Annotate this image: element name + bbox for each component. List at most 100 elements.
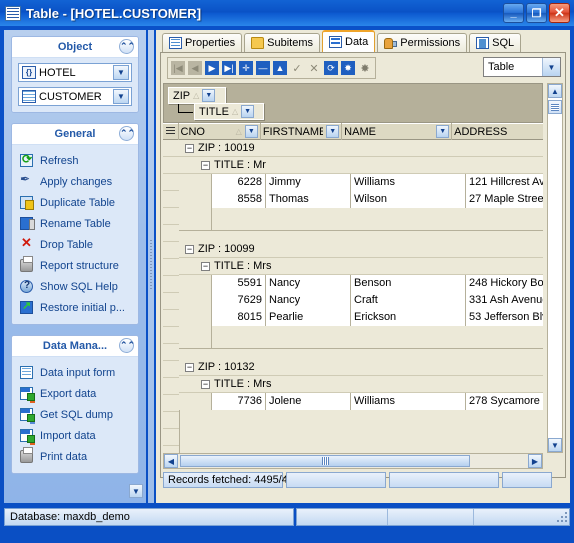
table-row[interactable]: 8015 Pearlie Erickson 53 Jefferson Blvc — [179, 308, 543, 326]
first-record-button[interactable]: |◀ — [170, 60, 186, 76]
column-header-name[interactable]: NAME ▼ — [342, 123, 453, 140]
sidebar-scroll-down-button[interactable]: ▼ — [129, 484, 143, 498]
schema-combo[interactable]: {} HOTEL ▼ — [18, 63, 132, 82]
chevron-down-icon[interactable]: ▼ — [542, 58, 560, 76]
sidebar-item-get-sql-dump[interactable]: Get SQL dump — [18, 404, 132, 425]
group-row-title[interactable]: − TITLE : Mrs — [179, 376, 543, 393]
cell-cno[interactable]: 7629 — [212, 291, 266, 309]
chevron-down-icon[interactable]: ▼ — [113, 65, 129, 80]
group-chip-title[interactable]: TITLE △ ▼ — [194, 103, 264, 120]
sidebar-item-print-data[interactable]: Print data — [18, 446, 132, 467]
cell-cno[interactable]: 8015 — [212, 308, 266, 326]
view-mode-combo[interactable]: Table ▼ — [483, 57, 561, 77]
column-header-firstname[interactable]: FIRSTNAME ▼ — [261, 123, 343, 140]
filter-button[interactable]: ✸ — [340, 60, 356, 76]
cell-firstname[interactable]: Nancy — [266, 291, 351, 309]
last-record-button[interactable]: ▶| — [221, 60, 237, 76]
collapse-expander-icon[interactable]: − — [201, 379, 210, 389]
group-row-title[interactable]: − TITLE : Mr — [179, 157, 543, 174]
scroll-left-button[interactable]: ◀ — [164, 454, 178, 468]
sidebar-item-data-input-form[interactable]: Data input form — [18, 362, 132, 383]
clear-filter-button[interactable]: ✸ — [357, 60, 373, 76]
row-indicator-header[interactable] — [163, 123, 179, 140]
group-row-zip[interactable]: − ZIP : 10099 — [179, 241, 543, 258]
filter-dropdown-icon[interactable]: ▼ — [436, 125, 450, 138]
collapse-expander-icon[interactable]: − — [185, 244, 194, 254]
chevron-up-icon[interactable]: ⌃⌃ — [119, 338, 135, 353]
minimize-button[interactable]: _ — [503, 3, 524, 23]
sidebar-item-restore-initial[interactable]: Restore initial p... — [18, 297, 132, 318]
scroll-down-button[interactable]: ▼ — [548, 438, 562, 452]
scroll-right-button[interactable]: ▶ — [528, 454, 542, 468]
cell-cno[interactable]: 7736 — [212, 392, 266, 410]
delete-record-button[interactable]: ― — [255, 60, 271, 76]
cell-firstname[interactable]: Thomas — [266, 190, 351, 208]
refresh-data-button[interactable]: ⟳ — [323, 60, 339, 76]
table-row[interactable]: 5591 Nancy Benson 248 Hickory Boul — [179, 274, 543, 292]
tab-sql[interactable]: SQL — [469, 33, 522, 52]
group-row-title[interactable]: − TITLE : Mrs — [179, 258, 543, 275]
cell-name[interactable]: Benson — [351, 274, 466, 292]
group-chip-zip[interactable]: ZIP △ ▼ — [168, 87, 226, 104]
column-header-cno[interactable]: CNO △ ▼ — [179, 123, 261, 140]
scroll-up-button[interactable]: ▲ — [548, 84, 562, 98]
prev-record-button[interactable]: ◀ — [187, 60, 203, 76]
horizontal-scroll-thumb[interactable] — [180, 455, 470, 467]
collapse-expander-icon[interactable]: − — [201, 261, 210, 271]
data-grid-body[interactable]: − ZIP : 10019 − TITLE : Mr 6228 Jimmy Wi… — [163, 140, 543, 453]
post-edit-button[interactable]: ✓ — [289, 60, 305, 76]
vertical-scroll-thumb[interactable] — [548, 100, 562, 114]
cell-firstname[interactable]: Nancy — [266, 274, 351, 292]
collapse-expander-icon[interactable]: − — [201, 160, 210, 170]
cell-address[interactable]: 248 Hickory Boul — [466, 274, 543, 292]
panel-splitter[interactable] — [148, 30, 154, 503]
next-record-button[interactable]: ▶ — [204, 60, 220, 76]
cell-firstname[interactable]: Jolene — [266, 392, 351, 410]
resize-grip-icon[interactable] — [555, 512, 567, 524]
filter-dropdown-icon[interactable]: ▼ — [326, 125, 340, 138]
tab-properties[interactable]: Properties — [162, 33, 243, 52]
group-row-zip[interactable]: − ZIP : 10132 — [179, 359, 543, 376]
cell-address[interactable]: 27 Maple Street,! — [466, 190, 543, 208]
cell-name[interactable]: Williams — [351, 392, 466, 410]
grid-vertical-scrollbar[interactable]: ▲ ▼ — [547, 83, 563, 453]
cell-address[interactable]: 331 Ash Avenue, — [466, 291, 543, 309]
close-button[interactable]: ✕ — [549, 3, 570, 23]
cell-firstname[interactable]: Pearlie — [266, 308, 351, 326]
cell-cno[interactable]: 5591 — [212, 274, 266, 292]
collapse-expander-icon[interactable]: − — [185, 362, 194, 372]
sidebar-item-rename-table[interactable]: Rename Table — [18, 213, 132, 234]
sidebar-item-drop-table[interactable]: Drop Table — [18, 234, 132, 255]
cell-cno[interactable]: 8558 — [212, 190, 266, 208]
sidebar-item-show-sql-help[interactable]: Show SQL Help — [18, 276, 132, 297]
table-row[interactable]: 6228 Jimmy Williams 121 Hillcrest Ave — [179, 173, 543, 191]
cell-firstname[interactable]: Jimmy — [266, 173, 351, 191]
table-row[interactable]: 7629 Nancy Craft 331 Ash Avenue, — [179, 291, 543, 309]
cell-address[interactable]: 53 Jefferson Blvc — [466, 308, 543, 326]
cell-cno[interactable]: 6228 — [212, 173, 266, 191]
cell-name[interactable]: Wilson — [351, 190, 466, 208]
sidebar-item-refresh[interactable]: Refresh — [18, 150, 132, 171]
chevron-up-icon[interactable]: ⌃⌃ — [119, 126, 135, 141]
chevron-down-icon[interactable]: ▼ — [202, 89, 216, 102]
chevron-down-icon[interactable]: ▼ — [241, 105, 255, 118]
sidebar-item-apply-changes[interactable]: Apply changes — [18, 171, 132, 192]
maximize-button[interactable]: ❐ — [526, 3, 547, 23]
cell-name[interactable]: Craft — [351, 291, 466, 309]
table-row[interactable]: 8558 Thomas Wilson 27 Maple Street,! — [179, 190, 543, 208]
sidebar-item-duplicate-table[interactable]: Duplicate Table — [18, 192, 132, 213]
group-row-zip[interactable]: − ZIP : 10019 — [179, 140, 543, 157]
table-row[interactable]: 7736 Jolene Williams 278 Sycamore W — [179, 392, 543, 410]
collapse-expander-icon[interactable]: − — [185, 143, 194, 153]
cell-address[interactable]: 278 Sycamore W — [466, 392, 543, 410]
cell-name[interactable]: Erickson — [351, 308, 466, 326]
cancel-edit-button[interactable]: ✕ — [306, 60, 322, 76]
table-combo[interactable]: CUSTOMER ▼ — [18, 87, 132, 106]
cell-address[interactable]: 121 Hillcrest Ave — [466, 173, 543, 191]
grid-horizontal-scrollbar[interactable]: ◀ ▶ — [163, 453, 543, 469]
group-by-zone[interactable]: ZIP △ ▼ TITLE △ ▼ — [163, 83, 543, 123]
cell-name[interactable]: Williams — [351, 173, 466, 191]
insert-record-button[interactable]: ✛ — [238, 60, 254, 76]
tab-data[interactable]: Data — [322, 30, 376, 52]
chevron-up-icon[interactable]: ⌃⌃ — [119, 39, 135, 54]
